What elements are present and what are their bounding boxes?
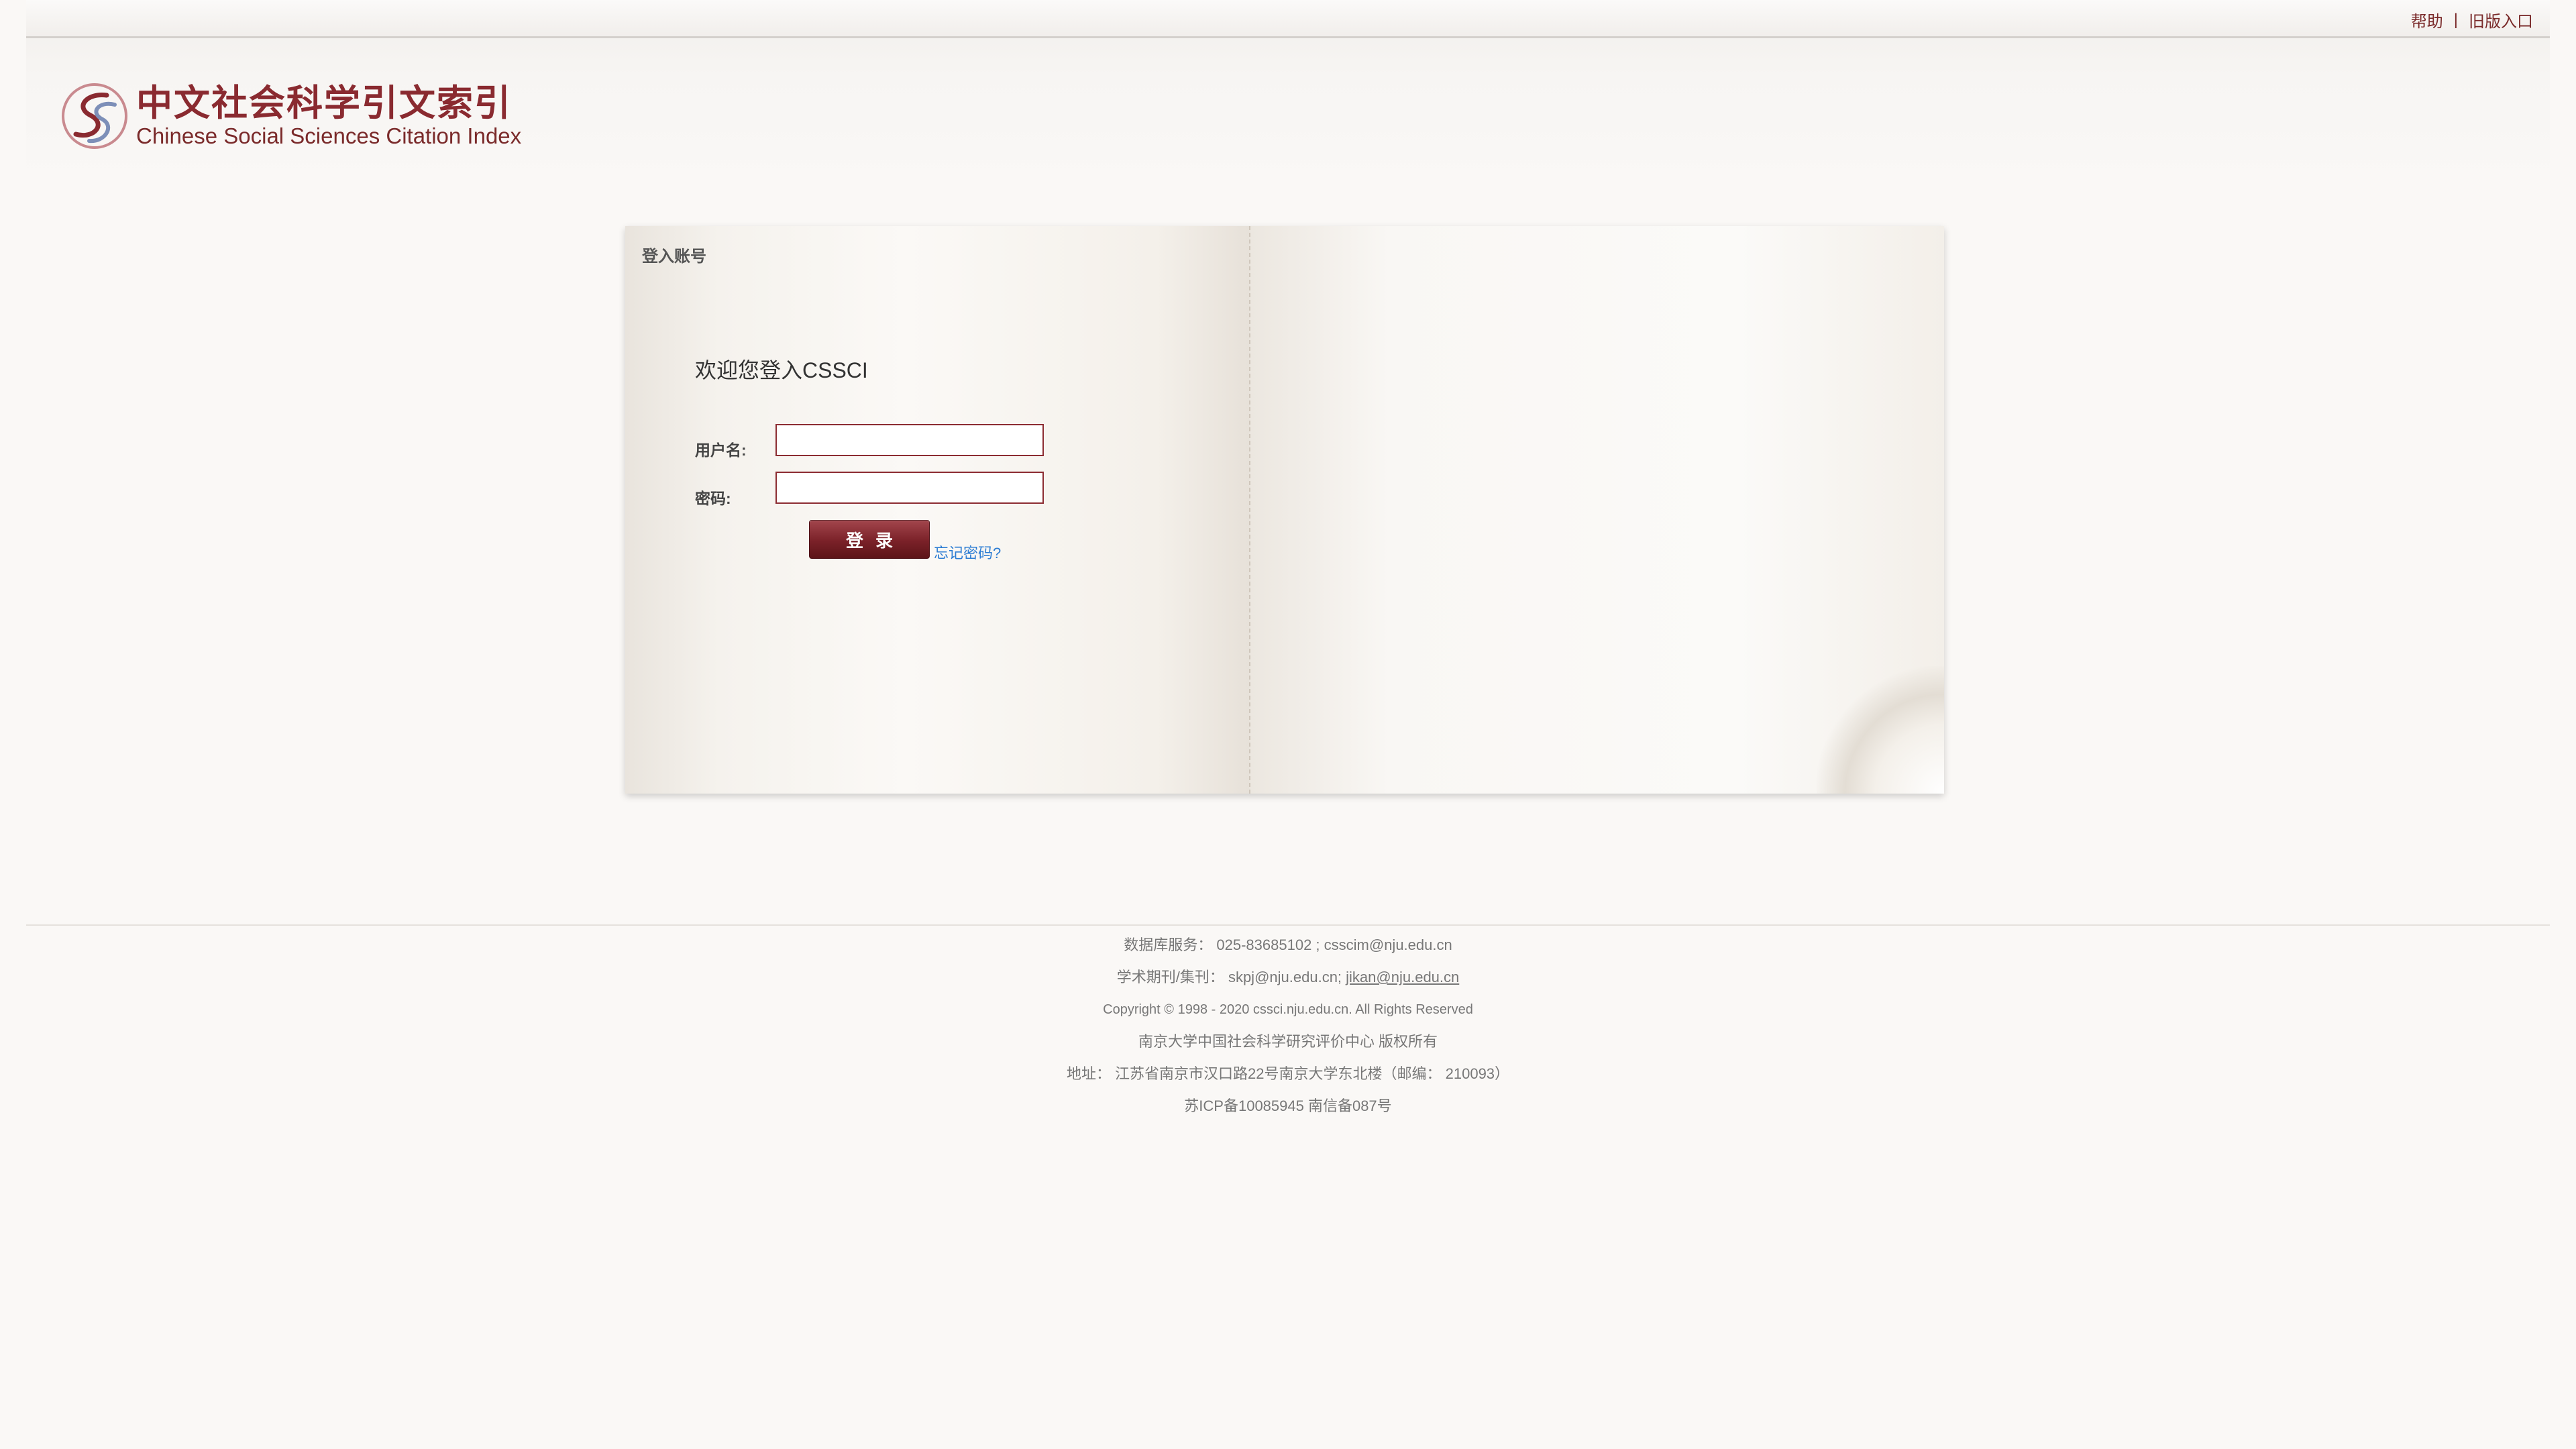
- footer: 数据库服务： 025-83685102 ; csscim@nju.edu.cn …: [0, 929, 2576, 1122]
- login-button[interactable]: 登录: [809, 520, 930, 559]
- footer-copyright: Copyright © 1998 - 2020 cssci.nju.edu.cn…: [1103, 1002, 1473, 1017]
- help-link[interactable]: 帮助: [2411, 8, 2443, 32]
- password-field[interactable]: [775, 472, 1044, 504]
- login-book-panel: 登入账号 欢迎您登入CSSCI 用户名: 密码: 登录 忘记密码?: [625, 226, 1944, 794]
- footer-db-service: 数据库服务： 025-83685102 ; csscim@nju.edu.cn: [1124, 936, 1452, 953]
- top-bar: 帮助 | 旧版入口: [26, 0, 2550, 38]
- top-links-separator: |: [2453, 10, 2458, 29]
- panel-title: 登入账号: [642, 248, 706, 266]
- forgot-password-link[interactable]: 忘记密码?: [934, 541, 1001, 563]
- footer-divider: [26, 924, 2550, 926]
- header: 帮助 | 旧版入口 中文社会科学引文索引 Chinese Social Scie…: [26, 0, 2550, 188]
- footer-owner: 南京大学中国社会科学研究评价中心 版权所有: [1138, 1033, 1438, 1050]
- old-version-link[interactable]: 旧版入口: [2469, 8, 2533, 32]
- cssci-logo-icon: [62, 83, 127, 149]
- logo-title-en: Chinese Social Sciences Citation Index: [136, 123, 522, 148]
- logo-text: 中文社会科学引文索引 Chinese Social Sciences Citat…: [136, 83, 521, 150]
- footer-journal-text: 学术期刊/集刊： skpj@nju.edu.cn;: [1116, 969, 1346, 985]
- footer-icp: 苏ICP备10085945 南信备087号: [1184, 1097, 1392, 1114]
- footer-jikan-email-link[interactable]: jikan@nju.edu.cn: [1346, 969, 1459, 985]
- username-field[interactable]: [775, 424, 1044, 456]
- page: 帮助 | 旧版入口 中文社会科学引文索引 Chinese Social Scie…: [0, 0, 2576, 1449]
- top-links: 帮助 | 旧版入口: [2411, 8, 2533, 32]
- logo-title-cn: 中文社会科学引文索引: [136, 82, 512, 124]
- footer-address: 地址： 江苏省南京市汉口路22号南京大学东北楼（邮编： 210093）: [1066, 1065, 1510, 1082]
- login-page-right: [1250, 226, 1944, 794]
- username-label: 用户名:: [695, 441, 747, 459]
- password-label: 密码:: [695, 490, 731, 507]
- welcome-text: 欢迎您登入CSSCI: [695, 358, 868, 382]
- page-curl-decoration: [1817, 666, 1944, 794]
- footer-journal: 学术期刊/集刊： skpj@nju.edu.cn; jikan@nju.edu.…: [0, 961, 2576, 994]
- site-logo[interactable]: 中文社会科学引文索引 Chinese Social Sciences Citat…: [60, 80, 521, 152]
- login-page-left: 登入账号 欢迎您登入CSSCI 用户名: 密码: 登录 忘记密码?: [625, 226, 1250, 794]
